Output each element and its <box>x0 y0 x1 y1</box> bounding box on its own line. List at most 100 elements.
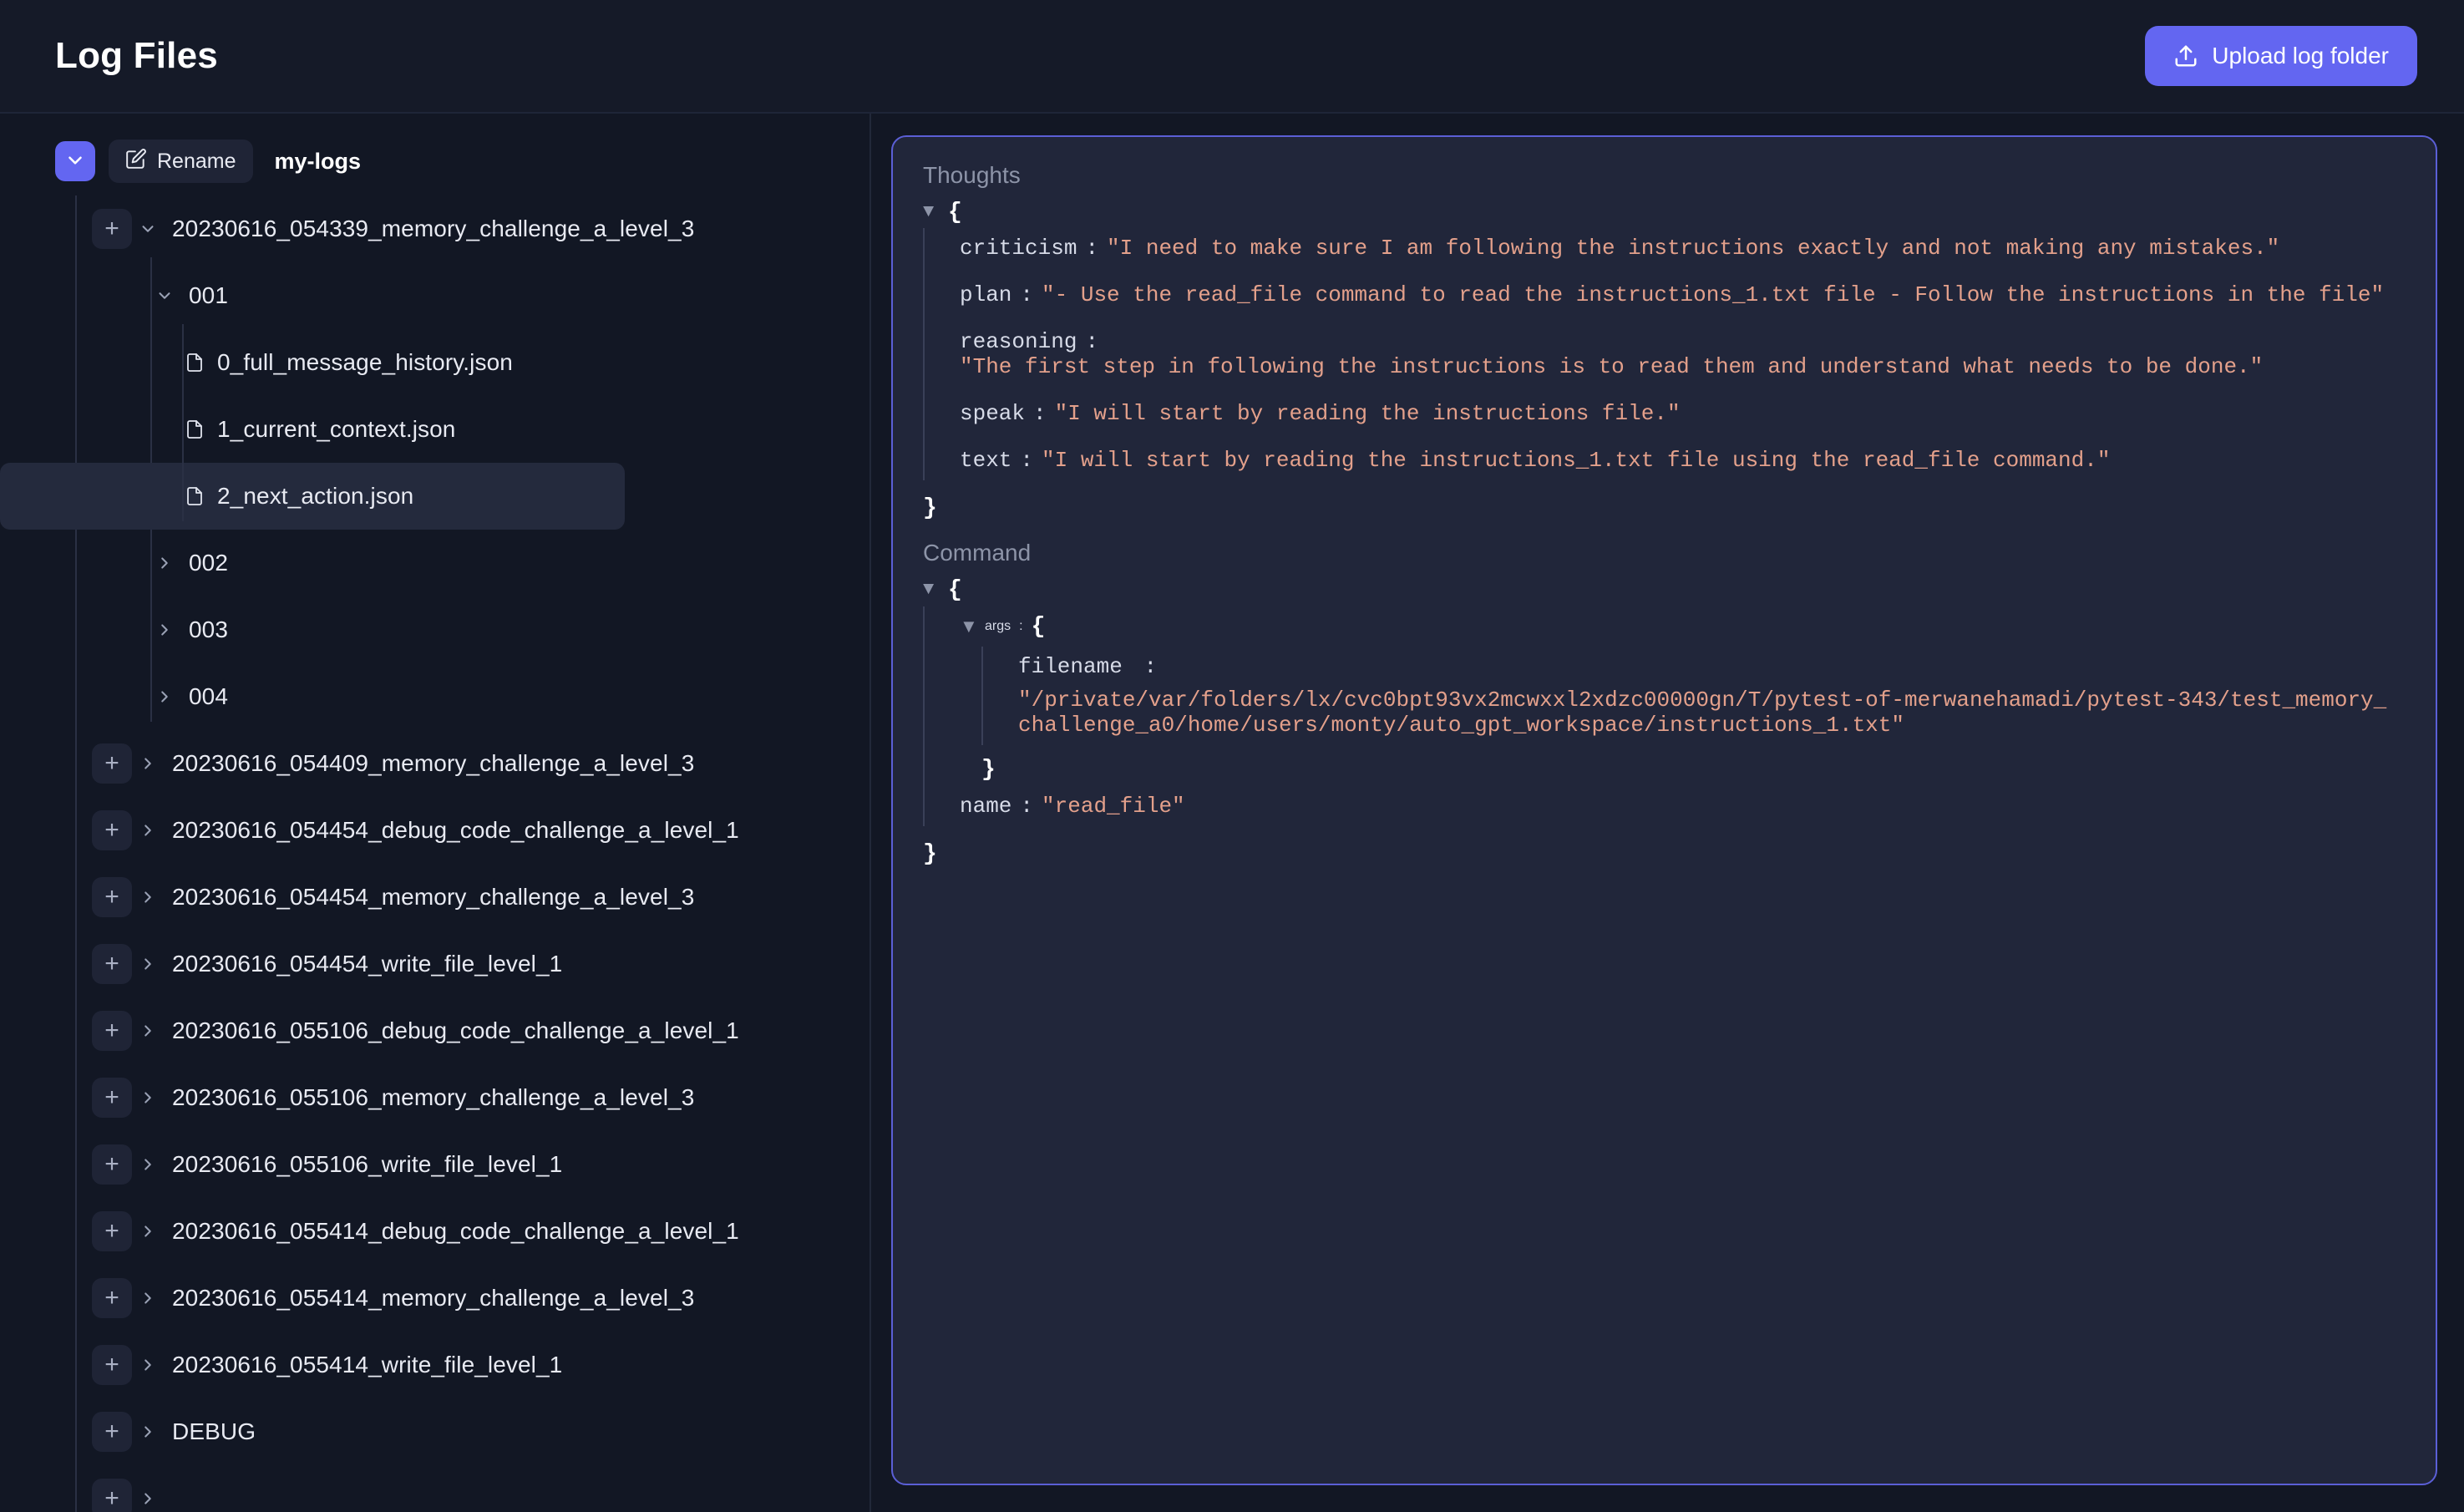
json-key: speak <box>960 401 1025 426</box>
add-icon[interactable]: + <box>92 209 132 249</box>
tree-node-row[interactable]: + DEBUG <box>0 1398 869 1465</box>
file-list-item[interactable]: 1_current_context.json <box>0 396 625 463</box>
tree-node-row[interactable]: + 20230616_054339_memory_challenge_a_lev… <box>0 195 869 262</box>
add-icon[interactable]: + <box>92 810 132 850</box>
tree-node-label: 20230616_054339_memory_challenge_a_level… <box>172 216 694 242</box>
page-title: Log Files <box>55 35 218 77</box>
json-entry: criticism : "I need to make sure I am fo… <box>941 225 2406 271</box>
command-entries: ▼ args : { filename : "/private/var/fold… <box>923 603 2406 830</box>
edit-pencil-icon <box>125 148 147 175</box>
add-icon[interactable]: + <box>92 944 132 984</box>
root-collapse-toggle[interactable] <box>55 141 95 181</box>
chevron-right-icon[interactable] <box>132 1423 164 1441</box>
json-entry: name : "read_file" <box>941 783 2406 830</box>
tree-node-row[interactable]: + 20230616_054454_debug_code_challenge_a… <box>0 797 869 864</box>
add-icon[interactable]: + <box>92 1011 132 1051</box>
chevron-right-icon[interactable] <box>149 554 180 572</box>
chevron-right-icon[interactable] <box>132 1489 164 1508</box>
tree-node-row[interactable]: + 20230616_054454_write_file_level_1 <box>0 931 869 997</box>
triangle-down-icon[interactable]: ▼ <box>923 200 948 225</box>
json-entry: plan : "- Use the read_file command to r… <box>941 271 2406 318</box>
root-folder-name: my-logs <box>275 149 362 175</box>
add-icon[interactable]: + <box>92 1278 132 1318</box>
json-colon: : <box>1025 401 1055 426</box>
tree-node-label: 002 <box>189 550 228 576</box>
json-value: "The first step in following the instruc… <box>960 354 2263 379</box>
chevron-right-icon[interactable] <box>132 955 164 973</box>
tree-node-row[interactable]: + 20230616_055414_write_file_level_1 <box>0 1332 869 1398</box>
tree-node-label: 20230616_055106_write_file_level_1 <box>172 1151 562 1178</box>
chevron-down-icon <box>64 150 86 174</box>
triangle-down-icon[interactable]: ▼ <box>960 615 985 639</box>
thoughts-entries: criticism : "I need to make sure I am fo… <box>923 225 2406 484</box>
close-brace: } <box>923 830 2406 867</box>
tree-node-row[interactable]: 002 <box>0 530 869 596</box>
add-icon[interactable]: + <box>92 1144 132 1185</box>
tree-node-row-debug[interactable]: + <box>0 1465 869 1512</box>
chevron-right-icon[interactable] <box>132 1155 164 1174</box>
json-entry: filename : "/private/var/folders/lx/cvc0… <box>1000 643 2406 748</box>
tree-node-row[interactable]: 001 <box>0 262 869 329</box>
file-icon <box>180 486 209 506</box>
tree-node-row[interactable]: + 20230616_055106_memory_challenge_a_lev… <box>0 1064 869 1131</box>
tree-node-label: DEBUG <box>172 1418 256 1445</box>
app-body: Rename my-logs + 20230616_054339_memory_… <box>0 114 2464 1512</box>
tree-node-label: 001 <box>189 282 228 309</box>
add-icon[interactable]: + <box>92 743 132 784</box>
triangle-down-icon[interactable]: ▼ <box>923 578 948 602</box>
tree-node-row[interactable]: + 20230616_055106_debug_code_challenge_a… <box>0 997 869 1064</box>
tree-node-row[interactable]: + 20230616_055106_write_file_level_1 <box>0 1131 869 1198</box>
upload-icon <box>2173 43 2198 68</box>
file-list-item[interactable]: 0_full_message_history.json <box>0 329 625 396</box>
tree-node-row[interactable]: + 20230616_054454_memory_challenge_a_lev… <box>0 864 869 931</box>
tree-node-row[interactable]: 003 <box>0 596 869 663</box>
rename-button[interactable]: Rename <box>109 140 253 183</box>
json-key: name <box>960 794 1011 819</box>
add-icon[interactable]: + <box>92 1479 132 1512</box>
chevron-right-icon[interactable] <box>132 1289 164 1307</box>
json-key: criticism <box>960 236 1077 261</box>
chevron-right-icon[interactable] <box>132 1022 164 1040</box>
json-colon: : <box>1011 619 1031 634</box>
chevron-right-icon[interactable] <box>132 821 164 840</box>
add-icon[interactable]: + <box>92 1345 132 1385</box>
json-value: "I will start by reading the instruction… <box>1055 401 1681 426</box>
add-icon[interactable]: + <box>92 1211 132 1251</box>
command-section: Command ▼ { ▼ args : { <box>923 540 2406 866</box>
args-close-brace: } <box>941 748 2406 783</box>
json-entry: reasoning : "The first step in following… <box>941 318 2406 390</box>
tree-files: 0_full_message_history.json 1_current_co… <box>0 329 869 530</box>
chevron-right-icon[interactable] <box>132 1356 164 1374</box>
chevron-right-icon[interactable] <box>132 1088 164 1107</box>
chevron-right-icon[interactable] <box>149 688 180 706</box>
file-name-label: 2_next_action.json <box>217 483 413 510</box>
chevron-right-icon[interactable] <box>132 888 164 906</box>
tree-node-row[interactable]: + 20230616_055414_debug_code_challenge_a… <box>0 1198 869 1265</box>
add-icon[interactable]: + <box>92 1078 132 1118</box>
json-entry: speak : "I will start by reading the ins… <box>941 390 2406 437</box>
add-icon[interactable]: + <box>92 877 132 917</box>
tree-node-row[interactable]: 004 <box>0 663 869 730</box>
command-root-row: ▼ { <box>923 578 2406 602</box>
app-header: Log Files Upload log folder <box>0 0 2464 114</box>
log-files-app: Log Files Upload log folder <box>0 0 2464 1512</box>
chevron-right-icon[interactable] <box>149 621 180 639</box>
json-value: "I will start by reading the instruction… <box>1042 448 2110 473</box>
tree-node-label: 20230616_054454_memory_challenge_a_level… <box>172 884 694 911</box>
chevron-down-icon[interactable] <box>149 287 180 305</box>
upload-log-folder-button[interactable]: Upload log folder <box>2145 26 2417 86</box>
upload-button-label: Upload log folder <box>2212 43 2389 69</box>
args-entries: filename : "/private/var/folders/lx/cvc0… <box>981 643 2406 748</box>
chevron-right-icon[interactable] <box>132 1222 164 1241</box>
tree-node-label: 20230616_055414_debug_code_challenge_a_l… <box>172 1218 739 1245</box>
json-value: "/private/var/folders/lx/cvc0bpt93vx2mcw… <box>1018 688 2388 738</box>
tree-node-row[interactable]: + 20230616_054409_memory_challenge_a_lev… <box>0 730 869 797</box>
tree-node-label: 20230616_055414_memory_challenge_a_level… <box>172 1285 694 1312</box>
tree-node-row[interactable]: + 20230616_055414_memory_challenge_a_lev… <box>0 1265 869 1332</box>
add-icon[interactable]: + <box>92 1412 132 1452</box>
chevron-down-icon[interactable] <box>132 220 164 238</box>
chevron-right-icon[interactable] <box>132 754 164 773</box>
json-colon: : <box>1077 329 1107 354</box>
file-icon <box>180 419 209 439</box>
file-list-item-selected[interactable]: 2_next_action.json <box>0 463 625 530</box>
